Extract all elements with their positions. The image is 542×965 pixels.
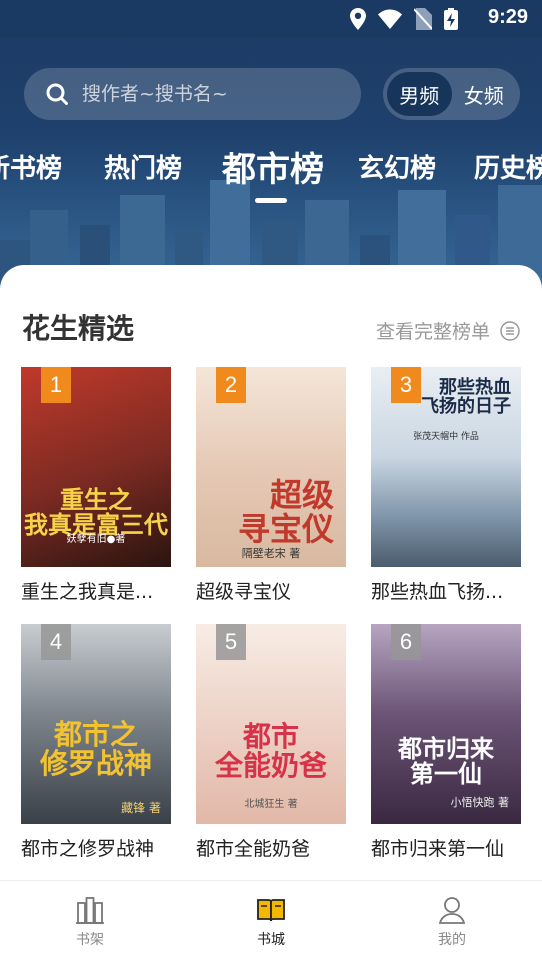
book-cover[interactable]: 都市归来 第一仙 小悟快跑 著 6 [371, 624, 521, 824]
location-icon [350, 8, 366, 30]
nav-profile[interactable]: 我的 [362, 881, 542, 965]
book-card[interactable]: 都市之 修罗战神 藏锋 著 4 都市之修罗战神 [21, 624, 171, 861]
tab-urban[interactable]: 都市榜 [222, 142, 324, 191]
nav-label: 我的 [438, 932, 466, 948]
open-book-icon [257, 899, 285, 922]
bottom-navigation: 书架 书城 我的 [0, 880, 542, 965]
gender-toggle[interactable]: 男频 女频 [383, 68, 520, 120]
section-title: 花生精选 [22, 312, 135, 345]
tab-hot[interactable]: 热门榜 [104, 148, 182, 185]
nav-label: 书架 [76, 932, 104, 948]
cover-author: 北城狂生 著 [244, 799, 298, 810]
bookshelf-icon [76, 897, 104, 924]
search-input[interactable] [82, 83, 322, 105]
rank-badge: 4 [41, 624, 71, 660]
book-card[interactable]: 都市归来 第一仙 小悟快跑 著 6 都市归来第一仙 [371, 624, 521, 861]
battery-charging-icon [444, 8, 458, 30]
book-cover[interactable]: 超级 寻宝仪 隔壁老宋 著 2 [196, 367, 346, 567]
book-cover[interactable]: 重生之 我真是富三代 妖孽有旧●著 1 [21, 367, 171, 567]
active-tab-indicator [255, 198, 287, 203]
cover-author: 张茂天帽中 作品 [413, 432, 479, 442]
rank-badge: 1 [41, 367, 71, 403]
cover-title-art: 都市 全能奶爸 [214, 720, 327, 783]
cover-author: 小悟快跑 著 [450, 796, 510, 809]
gender-option-male[interactable]: 男频 [387, 72, 452, 116]
nav-bookshelf[interactable]: 书架 [0, 881, 180, 965]
profile-icon [438, 897, 466, 924]
cover-author: 隔壁老宋 著 [241, 547, 301, 560]
search-icon [46, 83, 68, 105]
cover-title-art: 都市之 修罗战神 [39, 718, 152, 781]
cover-title-art: 都市归来 第一仙 [398, 734, 494, 789]
rank-badge: 6 [391, 624, 421, 660]
nav-label: 书城 [257, 932, 285, 948]
cover-author: 妖孽有旧●著 [66, 534, 126, 545]
rank-badge: 3 [391, 367, 421, 403]
tab-fantasy[interactable]: 玄幻榜 [358, 148, 436, 185]
rank-badge: 2 [216, 367, 246, 403]
gender-option-female[interactable]: 女频 [452, 72, 517, 116]
list-circle-icon [500, 320, 520, 341]
book-title[interactable]: 那些热血飞扬... [371, 577, 521, 604]
status-bar: 9:29 [0, 0, 542, 38]
nav-bookstore[interactable]: 书城 [181, 881, 361, 965]
search-bar[interactable] [24, 68, 361, 120]
book-card[interactable]: 都市 全能奶爸 北城狂生 著 5 都市全能奶爸 [196, 624, 346, 861]
book-title[interactable]: 重生之我真是... [21, 577, 171, 604]
rank-badge: 5 [216, 624, 246, 660]
book-card[interactable]: 那些热血 飞扬的日子 张茂天帽中 作品 3 那些热血飞扬... [371, 367, 521, 604]
book-card[interactable]: 重生之 我真是富三代 妖孽有旧●著 1 重生之我真是... [21, 367, 171, 604]
book-cover[interactable]: 都市之 修罗战神 藏锋 著 4 [21, 624, 171, 824]
book-title[interactable]: 超级寻宝仪 [196, 577, 346, 604]
book-cover[interactable]: 都市 全能奶爸 北城狂生 著 5 [196, 624, 346, 824]
wifi-icon [378, 9, 402, 29]
tab-history[interactable]: 历史榜 [474, 148, 542, 185]
see-full-ranking-link[interactable]: 查看完整榜单 [376, 317, 520, 344]
book-title[interactable]: 都市全能奶爸 [196, 834, 346, 861]
book-title[interactable]: 都市归来第一仙 [371, 834, 521, 861]
book-card[interactable]: 超级 寻宝仪 隔壁老宋 著 2 超级寻宝仪 [196, 367, 346, 604]
cover-title-art: 超级 寻宝仪 [237, 476, 334, 548]
book-cover[interactable]: 那些热血 飞扬的日子 张茂天帽中 作品 3 [371, 367, 521, 567]
book-title[interactable]: 都市之修罗战神 [21, 834, 171, 861]
tab-new-books[interactable]: 新书榜 [0, 148, 62, 185]
see-all-label: 查看完整榜单 [375, 321, 490, 343]
featured-books-panel: 花生精选 查看完整榜单 重生之 我真是富三代 妖孽有旧●著 1 重生之我真是...… [0, 265, 542, 885]
status-time: 9:29 [487, 6, 528, 28]
no-sim-icon [414, 8, 432, 30]
cover-author: 藏锋 著 [121, 801, 161, 815]
